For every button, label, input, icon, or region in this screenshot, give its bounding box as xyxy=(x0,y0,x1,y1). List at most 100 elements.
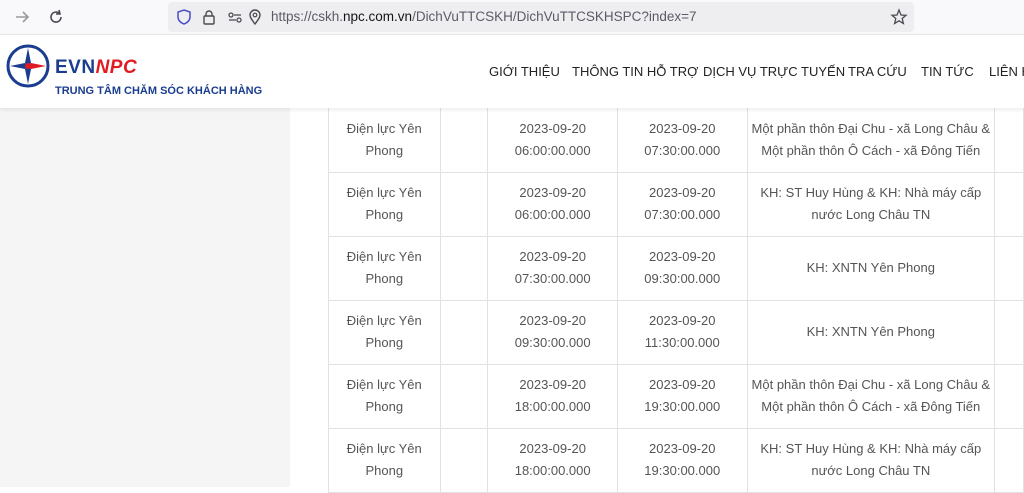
end-time-cell-line: 07:30:00.000 xyxy=(644,142,721,158)
area-cell: KH: XNTN Yên Phong xyxy=(746,299,996,365)
unit-cell: Điện lực Yên Phong xyxy=(328,171,441,237)
unit-cell: Điện lực Yên Phong xyxy=(328,235,441,301)
url-prefix: https://cskh. xyxy=(271,9,344,24)
unit-cell: Điện lực Yên Phong xyxy=(328,108,441,173)
area-cell-line: KH: ST Huy Hùng & KH: Nhà máy cấp xyxy=(760,441,982,456)
start-time-cell-line: 07:30:00.000 xyxy=(514,271,591,286)
area-cell-line: Một phần thôn Ô Cách - xã Đông Tiến xyxy=(761,142,981,158)
area-cell: KH: XNTN Yên Phong xyxy=(746,235,996,301)
table-row: Điện lực Yên Phong 2023-09-20 07:30:00.000 2… xyxy=(328,235,1024,301)
lock-icon[interactable] xyxy=(200,8,218,26)
unit-cell: Điện lực Yên Phong xyxy=(328,363,441,429)
start-time-cell: 2023-09-20 09:30:00.000 xyxy=(487,299,618,365)
reload-icon[interactable] xyxy=(46,7,66,27)
url-text[interactable]: https://cskh.npc.com.vn/DichVuTTCSKH/Dic… xyxy=(271,9,697,24)
unit-cell-line: Điện lực Yên xyxy=(346,313,422,328)
end-time-cell: 2023-09-20 11:30:00.000 xyxy=(616,299,748,365)
area-cell-line: nước Long Châu TN xyxy=(811,207,931,222)
area-cell: Một phần thôn Đại Chu - xã Long Châu & Mộ… xyxy=(746,108,996,173)
end-time-cell-line: 19:30:00.000 xyxy=(644,463,721,478)
overflow-cell xyxy=(994,235,1024,301)
end-time-cell: 2023-09-20 09:30:00.000 xyxy=(616,235,748,301)
menu-item-gioi-thieu[interactable]: GIỚI THIỆU xyxy=(489,64,560,79)
site-header: EVNNPC TRUNG TÂM CHĂM SÓC KHÁCH HÀNG GIỚ… xyxy=(0,36,1024,108)
table-row: Điện lực Yên Phong 2023-09-20 06:00:00.000 2… xyxy=(328,171,1024,237)
empty-cell xyxy=(439,363,489,429)
outage-schedule-table: Điện lực Yên Phong 2023-09-20 06:00:00.000 2… xyxy=(328,108,1024,493)
unit-cell-line: Phong xyxy=(365,399,404,414)
area-cell-line: nước Long Châu TN xyxy=(811,463,931,478)
start-time-cell: 2023-09-20 07:30:00.000 xyxy=(487,235,618,301)
end-time-cell-line: 11:30:00.000 xyxy=(644,335,720,350)
area-cell-line: Một phần thôn Đại Chu - xã Long Châu & xyxy=(751,120,991,136)
start-time-cell-line: 2023-09-20 xyxy=(519,249,586,264)
area-cell: Một phần thôn Đại Chu - xã Long Châu & Mộ… xyxy=(746,363,996,429)
start-time-cell-line: 2023-09-20 xyxy=(519,185,586,200)
table-row: Điện lực Yên Phong 2023-09-20 18:00:00.000 2… xyxy=(328,427,1024,493)
overflow-cell xyxy=(994,171,1024,237)
end-time-cell: 2023-09-20 19:30:00.000 xyxy=(616,363,748,429)
unit-cell-line: Phong xyxy=(365,142,404,158)
start-time-cell: 2023-09-20 06:00:00.000 xyxy=(487,108,618,173)
start-time-cell: 2023-09-20 18:00:00.000 xyxy=(487,427,618,493)
browser-toolbar: https://cskh.npc.com.vn/DichVuTTCSKH/Dic… xyxy=(0,0,1024,35)
url-bar[interactable]: https://cskh.npc.com.vn/DichVuTTCSKH/Dic… xyxy=(168,2,914,32)
forward-icon[interactable] xyxy=(12,7,32,27)
menu-item-lien-he[interactable]: LIÊN H xyxy=(989,64,1024,79)
overflow-cell xyxy=(994,427,1024,493)
start-time-cell-line: 2023-09-20 xyxy=(519,377,586,392)
end-time-cell-line: 19:30:00.000 xyxy=(644,399,721,414)
empty-cell xyxy=(439,171,489,237)
start-time-cell-line: 18:00:00.000 xyxy=(514,463,591,478)
permissions-icon[interactable] xyxy=(226,8,244,26)
area-cell-line: Một phần thôn Đại Chu - xã Long Châu & xyxy=(751,377,991,392)
unit-cell-line: Điện lực Yên xyxy=(346,441,422,456)
logo-subtitle: TRUNG TÂM CHĂM SÓC KHÁCH HÀNG xyxy=(55,85,263,97)
location-pin-icon[interactable] xyxy=(246,8,264,26)
start-time-cell-line: 09:30:00.000 xyxy=(514,335,591,350)
menu-item-tin-tuc[interactable]: TIN TỨC xyxy=(921,64,974,79)
end-time-cell: 2023-09-20 07:30:00.000 xyxy=(616,171,748,237)
end-time-cell: 2023-09-20 07:30:00.000 xyxy=(616,108,748,173)
bookmark-star-icon[interactable] xyxy=(890,8,908,26)
unit-cell-line: Phong xyxy=(365,271,404,286)
end-time-cell-line: 2023-09-20 xyxy=(649,120,716,136)
start-time-cell: 2023-09-20 18:00:00.000 xyxy=(487,363,618,429)
area-cell-line: KH: ST Huy Hùng & KH: Nhà máy cấp xyxy=(760,185,982,200)
logo-wordmark[interactable]: EVNNPC xyxy=(55,57,137,79)
end-time-cell-line: 09:30:00.000 xyxy=(644,271,721,286)
end-time-cell: 2023-09-20 19:30:00.000 xyxy=(616,427,748,493)
url-path: /DichVuTTCSKH/DichVuTTCSKHSPC?index=7 xyxy=(412,9,697,24)
empty-cell xyxy=(439,299,489,365)
unit-cell-line: Điện lực Yên xyxy=(346,377,422,392)
shield-icon[interactable] xyxy=(175,8,193,26)
overflow-cell xyxy=(994,299,1024,365)
menu-item-tra-cuu[interactable]: TRA CỨU xyxy=(848,64,907,79)
logo-npc-text: NPC xyxy=(95,57,138,78)
end-time-cell-line: 2023-09-20 xyxy=(649,249,716,264)
end-time-cell-line: 2023-09-20 xyxy=(649,313,716,328)
end-time-cell-line: 2023-09-20 xyxy=(649,185,716,200)
start-time-cell-line: 2023-09-20 xyxy=(519,313,586,328)
end-time-cell-line: 07:30:00.000 xyxy=(644,207,721,222)
unit-cell-line: Phong xyxy=(365,207,404,222)
start-time-cell-line: 2023-09-20 xyxy=(519,441,586,456)
unit-cell-line: Điện lực Yên xyxy=(346,185,422,200)
table-row: Điện lực Yên Phong 2023-09-20 09:30:00.000 2… xyxy=(328,299,1024,365)
start-time-cell: 2023-09-20 06:00:00.000 xyxy=(487,171,618,237)
unit-cell-line: Điện lực Yên xyxy=(346,249,422,264)
area-cell: KH: ST Huy Hùng & KH: Nhà máy cấp nước Lo… xyxy=(746,171,996,237)
menu-item-thong-tin-ho-tro[interactable]: THÔNG TIN HỖ TRỢ xyxy=(572,64,698,79)
end-time-cell-line: 2023-09-20 xyxy=(649,377,716,392)
area-cell-line: KH: XNTN Yên Phong xyxy=(806,260,935,275)
start-time-cell-line: 18:00:00.000 xyxy=(514,399,591,414)
menu-item-dich-vu-truc-tuyen[interactable]: DỊCH VỤ TRỰC TUYẾN xyxy=(703,64,845,79)
unit-cell: Điện lực Yên Phong xyxy=(328,299,441,365)
evn-logo-icon[interactable] xyxy=(6,44,50,88)
table-row: Điện lực Yên Phong 2023-09-20 18:00:00.000 2… xyxy=(328,363,1024,429)
unit-cell-line: Điện lực Yên xyxy=(346,120,422,136)
table-row: Điện lực Yên Phong 2023-09-20 06:00:00.000 2… xyxy=(328,108,1024,173)
area-cell-line: Một phần thôn Ô Cách - xã Đông Tiến xyxy=(761,399,981,414)
overflow-cell xyxy=(994,108,1024,173)
empty-cell xyxy=(439,427,489,493)
